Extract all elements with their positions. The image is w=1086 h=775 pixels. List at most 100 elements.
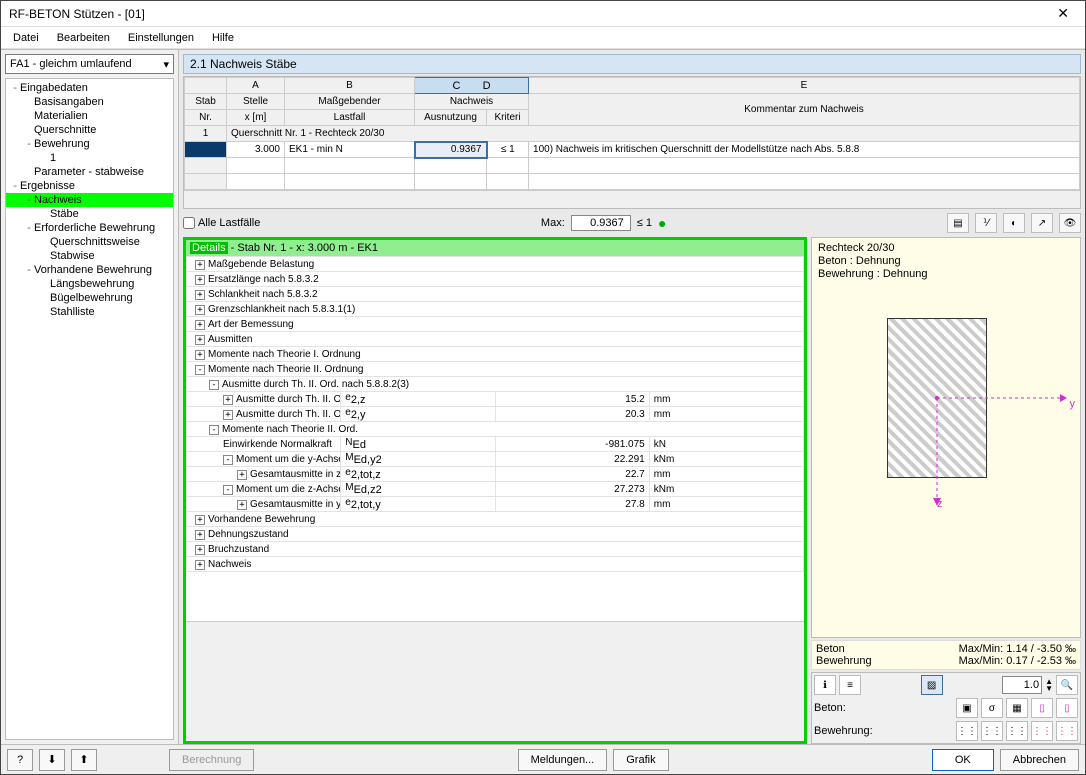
info-button[interactable]: ℹ bbox=[814, 675, 836, 695]
hatch-button[interactable]: ▨ bbox=[921, 675, 943, 695]
ausnutzung-cell[interactable]: 0.9367 bbox=[415, 142, 487, 158]
menu-datei[interactable]: Datei bbox=[7, 30, 45, 46]
col-a: A bbox=[227, 78, 285, 94]
tree-item[interactable]: - Eingabedaten bbox=[6, 81, 173, 95]
ok-button[interactable]: OK bbox=[932, 749, 994, 771]
toolbar-ico-5[interactable]: 👁 bbox=[1059, 213, 1081, 233]
chevron-down-icon: ▾ bbox=[163, 58, 169, 71]
details-row[interactable]: +Ausmitte durch Th. II. Ord. in z-Richtu… bbox=[187, 392, 804, 407]
y-axis-label: y bbox=[1070, 398, 1076, 410]
results-grid[interactable]: A B C D E Stab Stelle Maßgebender Nachwe… bbox=[183, 76, 1081, 209]
details-row[interactable]: Einwirkende NormalkraftNEd-981.075kN bbox=[187, 437, 804, 452]
bew-ico-1[interactable]: ⋮⋮ bbox=[956, 721, 978, 741]
menu-bar: Datei Bearbeiten Einstellungen Hilfe bbox=[1, 27, 1085, 49]
case-selector-label: FA1 - gleichm umlaufend bbox=[10, 58, 132, 70]
details-header: Details - Stab Nr. 1 - x: 3.000 m - EK1 bbox=[186, 240, 804, 256]
tree-item[interactable]: Stahlliste bbox=[6, 305, 173, 319]
details-row[interactable]: +Schlankheit nach 5.8.3.2 bbox=[187, 287, 804, 302]
details-row[interactable]: -Ausmitte durch Th. II. Ord. nach 5.8.8.… bbox=[187, 377, 804, 392]
menu-bearbeiten[interactable]: Bearbeiten bbox=[51, 30, 116, 46]
bewehrung-label: Bewehrung bbox=[816, 655, 872, 667]
check-ok-icon: ● bbox=[658, 215, 666, 231]
tree-item[interactable]: Stabwise bbox=[6, 249, 173, 263]
details-row[interactable]: -Moment um die z-AchseMEd,z227.273kNm bbox=[187, 482, 804, 497]
details-row[interactable]: -Momente nach Theorie II. Ordnung bbox=[187, 362, 804, 377]
tree-item[interactable]: - Ergebnisse bbox=[6, 179, 173, 193]
max-criteria: ≤ 1 bbox=[637, 217, 652, 229]
col-e: E bbox=[529, 78, 1080, 94]
details-row[interactable]: -Moment um die y-AchseMEd,y222.291kNm bbox=[187, 452, 804, 467]
tree-item[interactable]: - Vorhandene Bewehrung bbox=[6, 263, 173, 277]
beton-ico-1[interactable]: ▣ bbox=[956, 698, 978, 718]
tree-item[interactable]: Bügelbewehrung bbox=[6, 291, 173, 305]
help-button[interactable]: ? bbox=[7, 749, 33, 771]
zoom-button[interactable]: 🔍 bbox=[1056, 675, 1078, 695]
abbrechen-button[interactable]: Abbrechen bbox=[1000, 749, 1079, 771]
tree-item[interactable]: Querschnittsweise bbox=[6, 235, 173, 249]
details-row[interactable]: +Vorhandene Bewehrung bbox=[187, 512, 804, 527]
case-selector[interactable]: FA1 - gleichm umlaufend ▾ bbox=[5, 54, 174, 74]
bew-ico-2[interactable]: ⋮⋮ bbox=[981, 721, 1003, 741]
details-row[interactable]: +Dehnungszustand bbox=[187, 527, 804, 542]
bew-ico-4[interactable]: ⋮⋮ bbox=[1031, 721, 1053, 741]
close-icon[interactable]: ✕ bbox=[1049, 3, 1077, 24]
details-row[interactable]: +Ausmitten bbox=[187, 332, 804, 347]
details-row[interactable]: +Bruchzustand bbox=[187, 542, 804, 557]
tree-item[interactable]: Querschnitte bbox=[6, 123, 173, 137]
grafik-button[interactable]: Grafik bbox=[613, 749, 668, 771]
tree-item[interactable]: Parameter - stabweise bbox=[6, 165, 173, 179]
max-value: 0.9367 bbox=[571, 215, 631, 231]
toolbar-ico-3[interactable]: ◐ bbox=[1003, 213, 1025, 233]
details-row[interactable]: +Art der Bemessung bbox=[187, 317, 804, 332]
z-axis-label: z bbox=[937, 498, 943, 510]
bew-ico-3[interactable]: ⋮⋮ bbox=[1006, 721, 1028, 741]
table-group-row[interactable]: 1 Querschnitt Nr. 1 - Rechteck 20/30 bbox=[185, 126, 1080, 142]
details-row[interactable]: +Gesamtausmitte in z-Richtunge2,tot,z22.… bbox=[187, 467, 804, 482]
details-row[interactable]: +Maßgebende Belastung bbox=[187, 257, 804, 272]
tree-item[interactable]: - Nachweis bbox=[6, 193, 173, 207]
toolbar-ico-2[interactable]: ⅟ bbox=[975, 213, 997, 233]
meldungen-button[interactable]: Meldungen... bbox=[518, 749, 608, 771]
details-row[interactable]: +Ersatzlänge nach 5.8.3.2 bbox=[187, 272, 804, 287]
details-row[interactable]: +Ausmitte durch Th. II. Ord. in y-Richtu… bbox=[187, 407, 804, 422]
tree-item[interactable]: - Erforderliche Bewehrung bbox=[6, 221, 173, 235]
tree-item[interactable]: - Bewehrung bbox=[6, 137, 173, 151]
dim-button[interactable]: ≡ bbox=[839, 675, 861, 695]
import-button[interactable]: ⬆ bbox=[71, 749, 97, 771]
details-row[interactable]: +Grenzschlankheit nach 5.8.3.1(1) bbox=[187, 302, 804, 317]
table-row[interactable]: 3.000 EK1 - min N 0.9367 ≤ 1 100) Nachwe… bbox=[185, 142, 1080, 158]
tree-item[interactable]: Stäbe bbox=[6, 207, 173, 221]
all-loadcases-checkbox[interactable]: Alle Lastfälle bbox=[183, 217, 260, 229]
tree-item[interactable]: Längsbewehrung bbox=[6, 277, 173, 291]
beton-ico-4[interactable]: ▯ bbox=[1031, 698, 1053, 718]
berechnung-button[interactable]: Berechnung bbox=[169, 749, 254, 771]
beton-maxmin: Max/Min: 1.14 / -3.50 ‰ bbox=[959, 643, 1076, 655]
toolbar-ico-1[interactable]: ▤ bbox=[947, 213, 969, 233]
cross-section-diagram[interactable]: Rechteck 20/30 Beton : Dehnung Bewehrung… bbox=[811, 237, 1081, 638]
menu-einstellungen[interactable]: Einstellungen bbox=[122, 30, 200, 46]
details-row[interactable]: +Nachweis bbox=[187, 557, 804, 572]
details-row[interactable]: -Momente nach Theorie II. Ord. bbox=[187, 422, 804, 437]
beton-ico-2[interactable]: σ bbox=[981, 698, 1003, 718]
window-title: RF-BETON Stützen - [01] bbox=[9, 7, 1049, 21]
tree-item[interactable]: Materialien bbox=[6, 109, 173, 123]
export-button[interactable]: ⬇ bbox=[39, 749, 65, 771]
max-label: Max: bbox=[541, 217, 565, 229]
spin-buttons[interactable]: ▲▼ bbox=[1045, 678, 1053, 692]
beton-label: Beton bbox=[816, 643, 845, 655]
beton-ico-3[interactable]: ▦ bbox=[1006, 698, 1028, 718]
tree-item[interactable]: 1 bbox=[6, 151, 173, 165]
row-selector[interactable] bbox=[185, 142, 227, 158]
col-b: B bbox=[285, 78, 415, 94]
beton-ico-5[interactable]: ▯ bbox=[1056, 698, 1078, 718]
bew-ico-5[interactable]: ⋮⋮ bbox=[1056, 721, 1078, 741]
scale-input[interactable] bbox=[1002, 676, 1042, 694]
nav-tree[interactable]: - Eingabedaten Basisangaben Materialien … bbox=[5, 78, 174, 740]
details-row[interactable]: +Momente nach Theorie I. Ordnung bbox=[187, 347, 804, 362]
details-row[interactable]: +Gesamtausmitte in y-Richtunge2,tot,y27.… bbox=[187, 497, 804, 512]
tree-item[interactable]: Basisangaben bbox=[6, 95, 173, 109]
menu-hilfe[interactable]: Hilfe bbox=[206, 30, 240, 46]
col-cd: C D bbox=[415, 78, 529, 94]
toolbar-ico-4[interactable]: ↗ bbox=[1031, 213, 1053, 233]
section-header: 2.1 Nachweis Stäbe bbox=[183, 54, 1081, 74]
